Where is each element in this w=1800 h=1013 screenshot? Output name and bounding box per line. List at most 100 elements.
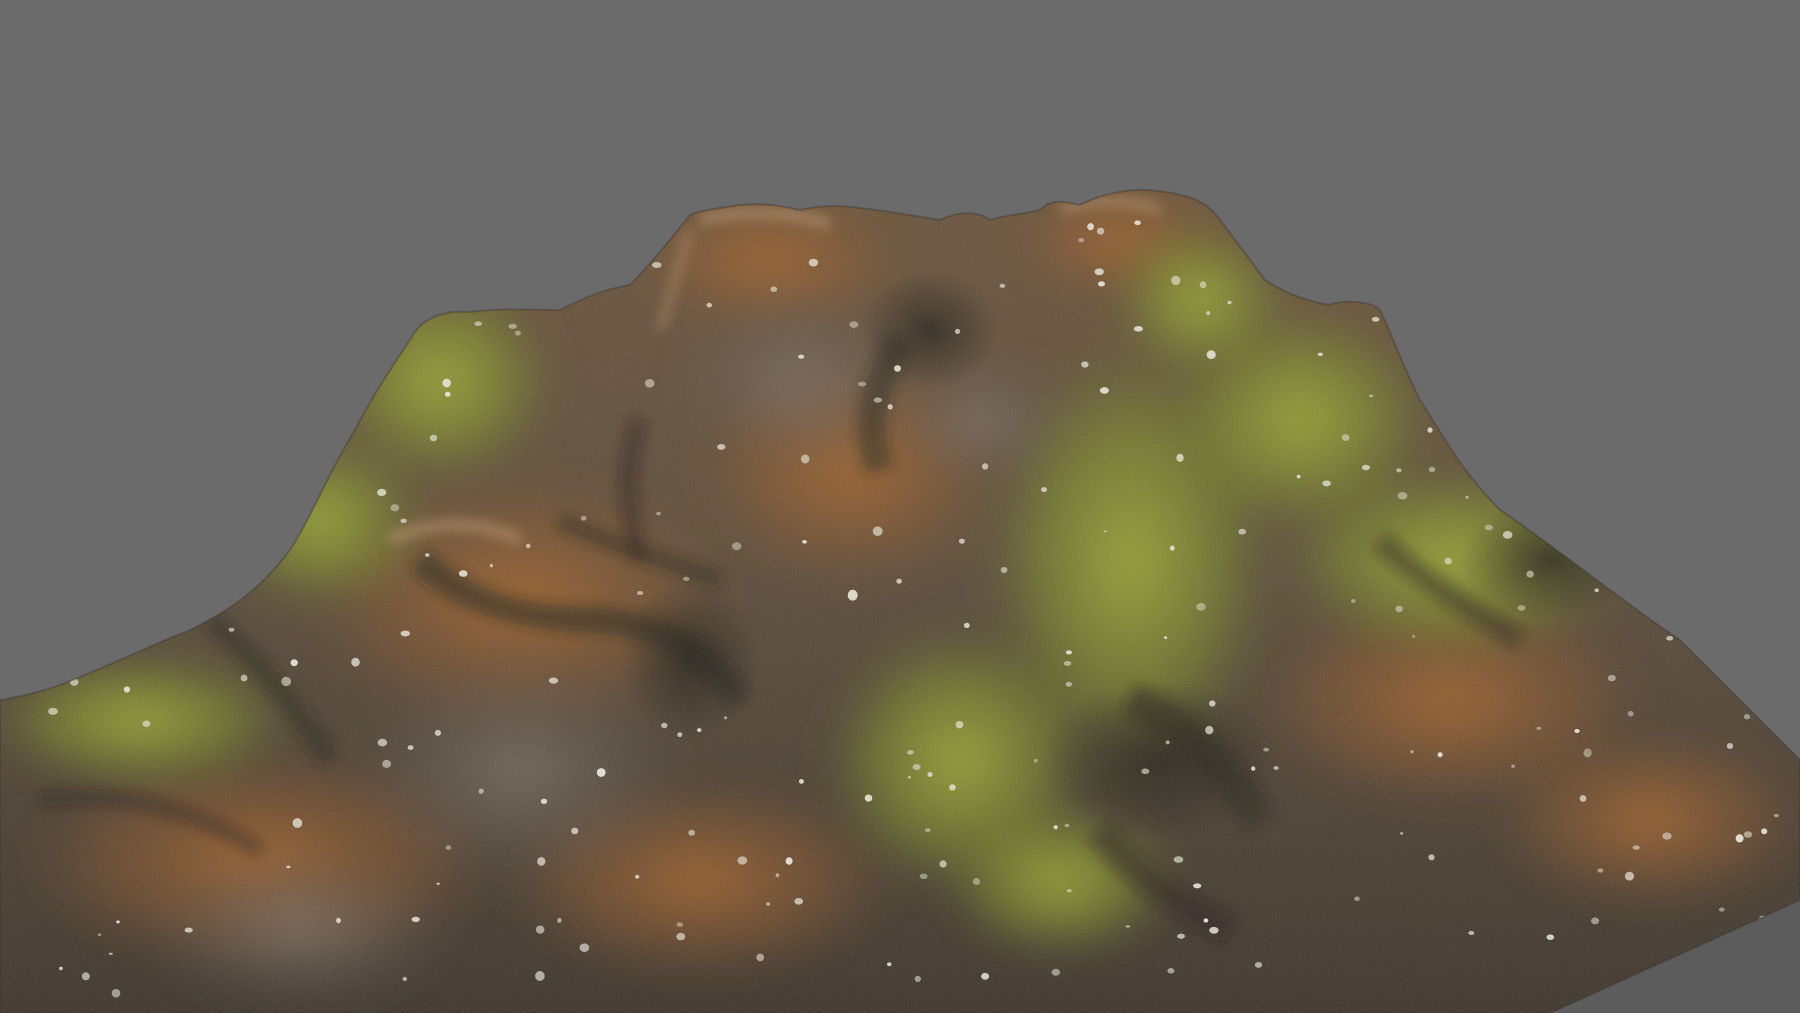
lichen-spot (445, 845, 452, 850)
lichen-spot (954, 328, 961, 335)
lichen-spot (697, 728, 702, 733)
lichen-spot (1428, 466, 1436, 473)
lichen-spot (1196, 603, 1206, 611)
lichen-spot (775, 873, 780, 878)
lichen-spot (548, 677, 559, 684)
lichen-spot (1177, 933, 1185, 939)
lichen-spot (1397, 492, 1408, 500)
lichen-spot (535, 971, 545, 981)
lichen-spot (798, 779, 804, 784)
lichen-spot (794, 898, 804, 905)
lichen-spot (1666, 636, 1674, 641)
lichen-spot (402, 976, 407, 981)
lichen-spot (442, 378, 452, 388)
lichen-spot (1167, 968, 1175, 974)
lichen-spot (458, 570, 468, 577)
render-viewport (0, 0, 1800, 1013)
lichen-spot (1205, 725, 1214, 735)
lichen-spot (540, 798, 548, 804)
lichen-spot (48, 707, 58, 715)
lichen-spot (535, 925, 545, 934)
lichen-spot (656, 511, 661, 516)
lichen-spot (1354, 896, 1360, 902)
lichen-spot (914, 975, 921, 983)
lichen-spot (1133, 326, 1143, 332)
lichen-spot (1134, 220, 1141, 226)
lichen-spot (688, 829, 696, 836)
lichen-spot (1607, 674, 1616, 682)
lichen-spot (228, 627, 235, 632)
lichen-spot (766, 902, 770, 906)
lichen-spot (1098, 281, 1105, 287)
lichen-spot (927, 772, 933, 777)
lichen-spot (434, 729, 441, 736)
lichen-spot (390, 504, 400, 512)
lichen-spot (1173, 856, 1184, 863)
lichen-spot (382, 759, 391, 769)
lichen-spot (849, 321, 859, 328)
lichen-spot (97, 933, 102, 937)
lichen-spot (907, 776, 911, 779)
lichen-spot (887, 404, 893, 410)
lichen-spot (184, 927, 193, 933)
lichen-spot (872, 526, 883, 536)
lichen-spot (919, 873, 928, 879)
lichen-spot (1206, 350, 1216, 360)
lichen-spot (1251, 766, 1256, 771)
lichen-spot (1227, 300, 1232, 305)
lichen-spot (644, 379, 655, 388)
rock-mound-render (0, 0, 1800, 1013)
lichen-spot (958, 538, 965, 544)
lichen-spot (1263, 747, 1269, 752)
lichen-spot (474, 321, 483, 327)
lichen-spot (1066, 889, 1072, 893)
lichen-spot (1099, 387, 1109, 394)
lichen-spot (955, 721, 964, 729)
lichen-spot (81, 972, 90, 981)
lichen-spot (652, 262, 662, 268)
lichen-spot (407, 745, 414, 750)
lichen-spot (894, 365, 901, 372)
lichen-spot (1743, 714, 1751, 720)
lichen-spot (1412, 634, 1416, 638)
lichen-spot (1624, 871, 1635, 881)
lichen-spot (1546, 934, 1555, 940)
lichen-spot (1171, 275, 1181, 286)
lichen-spot (982, 463, 989, 470)
lichen-spot (1169, 545, 1175, 551)
lichen-spot (1081, 361, 1089, 368)
lichen-spot (717, 444, 726, 450)
lichen-spot (1410, 750, 1414, 754)
lichen-spot (571, 827, 579, 835)
lichen-spot (636, 591, 644, 595)
lichen-spot (1094, 268, 1104, 276)
lichen-spot (1632, 845, 1640, 850)
lichen-spot (596, 768, 606, 777)
lichen-spot (676, 922, 684, 927)
lichen-spot (963, 622, 970, 629)
lichen-spot (580, 515, 587, 521)
lichen-spot (557, 918, 562, 923)
lichen-spot (907, 750, 914, 755)
lichen-spot (425, 553, 430, 557)
lichen-spot (1064, 823, 1070, 828)
lichen-spot (1238, 528, 1247, 535)
lichen-spot (1773, 813, 1779, 818)
lichen-spot (1719, 907, 1725, 912)
lichen-spot (737, 856, 748, 865)
lichen-spot (429, 434, 438, 442)
lichen-spot (1164, 636, 1168, 639)
lichen-spot (1065, 681, 1073, 687)
lichen-spot (1743, 831, 1753, 838)
lichen-spot (1322, 480, 1331, 487)
lichen-spot (1517, 605, 1526, 611)
lichen-spot (887, 962, 892, 967)
lichen-spot (411, 916, 420, 923)
lichen-spot (1396, 468, 1402, 473)
lichen-spot (377, 738, 388, 747)
lichen-spot (1594, 588, 1599, 593)
lichen-spot (1141, 768, 1150, 775)
lichen-spot (864, 794, 873, 802)
lichen-spot (1193, 883, 1202, 889)
lichen-spot (108, 952, 113, 955)
